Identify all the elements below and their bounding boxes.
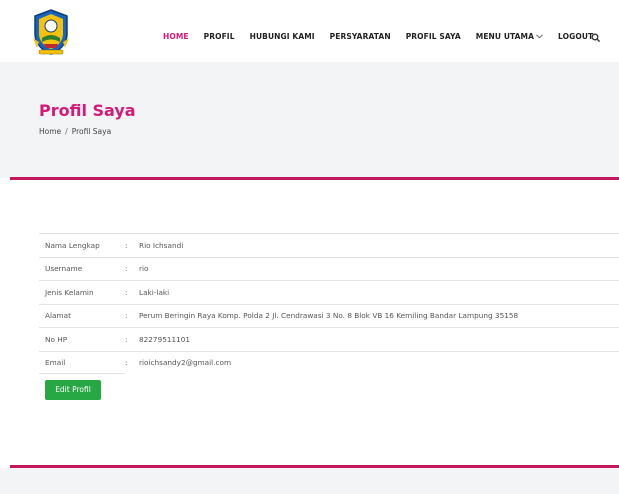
field-colon: : — [125, 287, 128, 297]
table-row: Alamat : Perum Beringin Raya Komp. Polda… — [39, 303, 619, 328]
nav-profil-saya[interactable]: PROFIL SAYA — [406, 32, 461, 41]
edit-profile-button[interactable]: Edit Profil — [45, 380, 101, 400]
field-label-email: Email — [39, 352, 125, 374]
nav-menu-utama-label: MENU UTAMA — [475, 31, 535, 41]
lampung-emblem-logo[interactable] — [31, 8, 71, 56]
profile-table: Nama Lengkap : Rio Ichsandi Username : r… — [39, 233, 619, 374]
footer-band — [0, 468, 619, 494]
field-colon: : — [125, 311, 128, 321]
field-value-username: rio — [139, 264, 149, 274]
field-value-no-hp: 82279511101 — [139, 334, 191, 344]
nav-menu-utama[interactable]: MENU UTAMA — [476, 32, 543, 41]
breadcrumb-current: Profil Saya — [71, 127, 112, 136]
field-value-nama-lengkap: Rio Ichsandi — [139, 240, 184, 250]
field-colon: : — [125, 358, 128, 368]
site-header: HOME PROFIL HUBUNGI KAMI PERSYARATAN PRO… — [0, 0, 619, 62]
table-row: Username : rio — [39, 256, 619, 281]
field-label-username: Username — [45, 264, 83, 274]
field-label-nama-lengkap: Nama Lengkap — [45, 240, 100, 250]
field-label-jenis-kelamin: Jenis Kelamin — [45, 287, 94, 297]
nav-profil[interactable]: PROFIL — [204, 32, 235, 41]
field-value-jenis-kelamin: Laki-laki — [139, 287, 170, 297]
nav-persyaratan[interactable]: PERSYARATAN — [330, 32, 391, 41]
table-row: Jenis Kelamin : Laki-laki — [39, 280, 619, 304]
field-value-email: rioichsandy2@gmail.com — [139, 358, 232, 368]
field-value-alamat: Perum Beringin Raya Komp. Polda 2 Jl. Ce… — [139, 311, 519, 321]
section-divider-top — [10, 177, 619, 180]
field-colon: : — [125, 334, 128, 344]
page-header-band — [0, 62, 619, 178]
table-row: Email : rioichsandy2@gmail.com — [39, 350, 619, 374]
table-row: Nama Lengkap : Rio Ichsandi — [39, 233, 619, 257]
nav-home[interactable]: HOME — [163, 32, 189, 41]
main-nav: HOME PROFIL HUBUNGI KAMI PERSYARATAN PRO… — [163, 30, 608, 42]
chevron-down-icon — [536, 32, 543, 41]
field-colon: : — [125, 240, 128, 250]
field-label-alamat: Alamat — [45, 311, 71, 321]
breadcrumb-separator: / — [65, 127, 68, 136]
nav-hubungi-kami[interactable]: HUBUNGI KAMI — [250, 32, 315, 41]
nav-logout[interactable]: LOGOUT — [558, 32, 593, 41]
page-title: Profil Saya — [39, 101, 136, 120]
field-label-no-hp: No HP — [45, 334, 68, 344]
breadcrumb: Home / Profil Saya — [39, 127, 111, 136]
field-colon: : — [125, 264, 128, 274]
breadcrumb-home[interactable]: Home — [39, 127, 61, 136]
table-row: No HP : 82279511101 — [39, 327, 619, 351]
search-icon[interactable] — [591, 30, 603, 43]
